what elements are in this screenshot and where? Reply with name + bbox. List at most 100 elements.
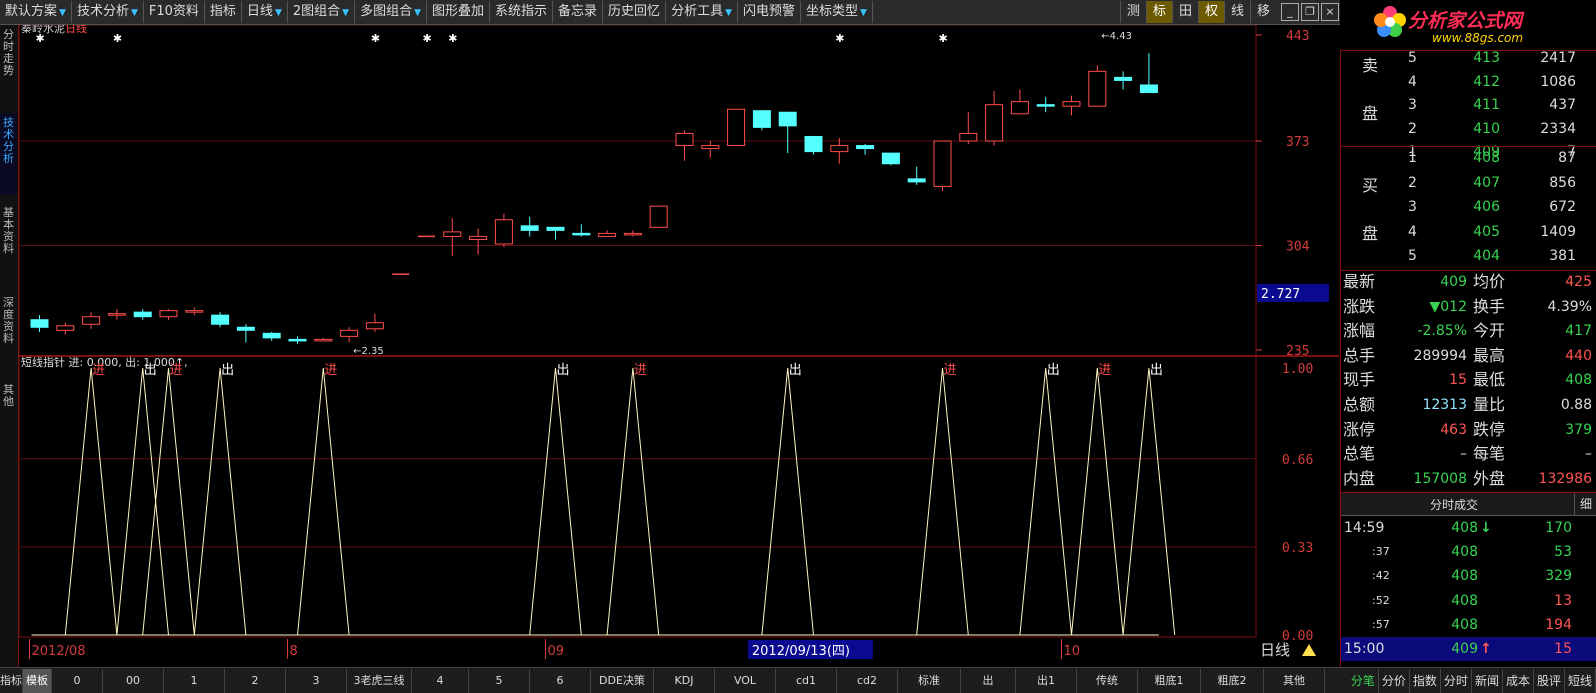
event-marker[interactable]: ✱: [423, 32, 432, 45]
candle[interactable]: [211, 312, 230, 328]
candle[interactable]: [907, 166, 926, 185]
toolbar-item-0[interactable]: 默认方案 ▼: [0, 1, 72, 23]
bottom-right-tab-0[interactable]: 分笔: [1348, 668, 1379, 693]
toolbar-item-12[interactable]: 闪电预警: [738, 1, 802, 23]
candle[interactable]: [933, 140, 952, 191]
candle[interactable]: [82, 312, 101, 329]
candle[interactable]: [1036, 97, 1055, 113]
candle[interactable]: [159, 309, 178, 320]
candle[interactable]: [469, 228, 488, 255]
chevron-down-icon[interactable]: ▼: [275, 8, 282, 18]
bottom-tab-15[interactable]: cd2: [837, 668, 898, 693]
minimize-icon[interactable]: _: [1281, 3, 1299, 21]
candle[interactable]: [546, 226, 565, 240]
toolbar-item-7[interactable]: 图形叠加: [427, 1, 491, 23]
toolbar-right-button-3[interactable]: 权: [1197, 1, 1224, 23]
bottom-tab-0[interactable]: 指标: [0, 668, 23, 693]
chevron-down-icon[interactable]: ▼: [414, 8, 421, 18]
event-marker[interactable]: ✱: [371, 32, 380, 45]
event-marker[interactable]: ✱: [448, 32, 457, 45]
bottom-tab-9[interactable]: 5: [469, 668, 530, 693]
event-marker[interactable]: ✱: [36, 32, 45, 45]
candle[interactable]: [856, 144, 875, 155]
tick-row[interactable]: 14:59 408 ↓ 170: [1340, 516, 1596, 540]
event-marker[interactable]: ✱: [939, 32, 948, 45]
bottom-right-tab-3[interactable]: 分时: [1441, 668, 1472, 693]
candle[interactable]: [185, 307, 204, 316]
bottom-tab-4[interactable]: 1: [164, 668, 225, 693]
toolbar-item-8[interactable]: 系统指示: [490, 1, 554, 23]
toolbar-item-3[interactable]: 指标: [205, 1, 242, 23]
bottom-tab-21[interactable]: 粗底2: [1201, 668, 1264, 693]
bottom-tab-2[interactable]: 0: [52, 668, 103, 693]
bottom-tab-18[interactable]: 出1: [1016, 668, 1077, 693]
sell-level-row[interactable]: 4 412 1086: [1340, 70, 1596, 94]
bottom-tab-7[interactable]: 3老虎三线: [347, 668, 412, 693]
left-tab-0[interactable]: 分时走势: [0, 25, 17, 105]
candle[interactable]: [985, 91, 1004, 146]
left-tab-1[interactable]: 技术分析: [0, 113, 17, 195]
buy-level-row[interactable]: 3 406 672: [1340, 195, 1596, 219]
candle[interactable]: [804, 135, 823, 155]
candle[interactable]: [881, 152, 900, 166]
restore-icon[interactable]: ❐: [1301, 3, 1319, 21]
candle[interactable]: [520, 216, 539, 237]
close-icon[interactable]: ×: [1321, 3, 1339, 21]
bottom-right-tab-2[interactable]: 指数: [1410, 668, 1441, 693]
bottom-tab-8[interactable]: 4: [412, 668, 469, 693]
tick-row[interactable]: :57 408 194: [1340, 613, 1596, 637]
bottom-tab-5[interactable]: 2: [225, 668, 286, 693]
tick-row[interactable]: :42 408 329: [1340, 564, 1596, 588]
bottom-tab-19[interactable]: 传统: [1077, 668, 1138, 693]
sell-level-row[interactable]: 3 411 437: [1340, 93, 1596, 117]
candle[interactable]: [30, 315, 49, 332]
candle[interactable]: [340, 327, 359, 343]
bottom-right-tab-7[interactable]: 短线: [1565, 668, 1596, 693]
candle[interactable]: [830, 137, 849, 164]
chart-svg[interactable]: 4433733042352.727秦岭水泥日线✱ ✱ ✱ ✱ ✱ ✱ ✱ ←4.43←2.35…: [18, 21, 1339, 667]
toolbar-item-11[interactable]: 分析工具 ▼: [666, 1, 738, 23]
toolbar-item-9[interactable]: 备忘录: [553, 1, 604, 23]
candle[interactable]: [365, 313, 384, 332]
toolbar-right-button-5[interactable]: 移: [1249, 1, 1276, 23]
bottom-tab-3[interactable]: 00: [103, 668, 164, 693]
toolbar-right-button-4[interactable]: 线: [1223, 1, 1250, 23]
bottom-right-tab-4[interactable]: 新闻: [1472, 668, 1503, 693]
buy-level-row[interactable]: 4 405 1409: [1340, 220, 1596, 244]
chevron-down-icon[interactable]: ▼: [59, 8, 66, 18]
candle[interactable]: [1139, 53, 1158, 94]
candle[interactable]: [1010, 89, 1029, 115]
sell-level-row[interactable]: 5 413 2417: [1340, 46, 1596, 70]
candle[interactable]: [1088, 65, 1107, 107]
ticks-detail-button[interactable]: 细: [1574, 493, 1596, 515]
candle[interactable]: [752, 110, 771, 131]
left-tab-3[interactable]: 深度资料: [0, 293, 17, 373]
left-tab-4[interactable]: 其他: [0, 380, 17, 440]
candle[interactable]: [675, 130, 694, 161]
candle[interactable]: [572, 224, 591, 237]
buy-level-row[interactable]: 1 408 87: [1340, 146, 1596, 170]
toolbar-item-13[interactable]: 坐标类型 ▼: [801, 1, 873, 23]
chart-area[interactable]: 443 373 304 235 2.727 秦岭水泥日线 ✱ ✱ ✱ ✱ ✱ ✱ ✱ ←4.43 ←2.35…: [18, 21, 1339, 667]
bottom-right-tab-1[interactable]: 分价: [1379, 668, 1410, 693]
bottom-tab-11[interactable]: DDE决策: [591, 668, 654, 693]
candle[interactable]: [494, 213, 513, 248]
toolbar-right-button-1[interactable]: 标: [1145, 1, 1172, 23]
candle[interactable]: [727, 108, 746, 147]
event-marker[interactable]: ✱: [835, 32, 844, 45]
candle[interactable]: [443, 218, 462, 257]
toolbar-item-2[interactable]: F10资料: [144, 1, 205, 23]
bottom-tab-12[interactable]: KDJ: [654, 668, 715, 693]
bottom-tab-1[interactable]: 模板: [23, 668, 52, 693]
bottom-tab-10[interactable]: 6: [530, 668, 591, 693]
toolbar-right-button-2[interactable]: 田: [1171, 1, 1198, 23]
chevron-down-icon[interactable]: ▼: [860, 8, 867, 18]
toolbar-item-10[interactable]: 历史回忆: [603, 1, 667, 23]
candle[interactable]: [649, 205, 668, 228]
left-tab-2[interactable]: 基本资料: [0, 203, 17, 285]
buy-level-row[interactable]: 5 404 381: [1340, 244, 1596, 268]
candle[interactable]: [262, 331, 281, 341]
candle[interactable]: [288, 336, 307, 344]
triangle-up-icon[interactable]: [1302, 644, 1316, 656]
candle[interactable]: [236, 324, 255, 343]
